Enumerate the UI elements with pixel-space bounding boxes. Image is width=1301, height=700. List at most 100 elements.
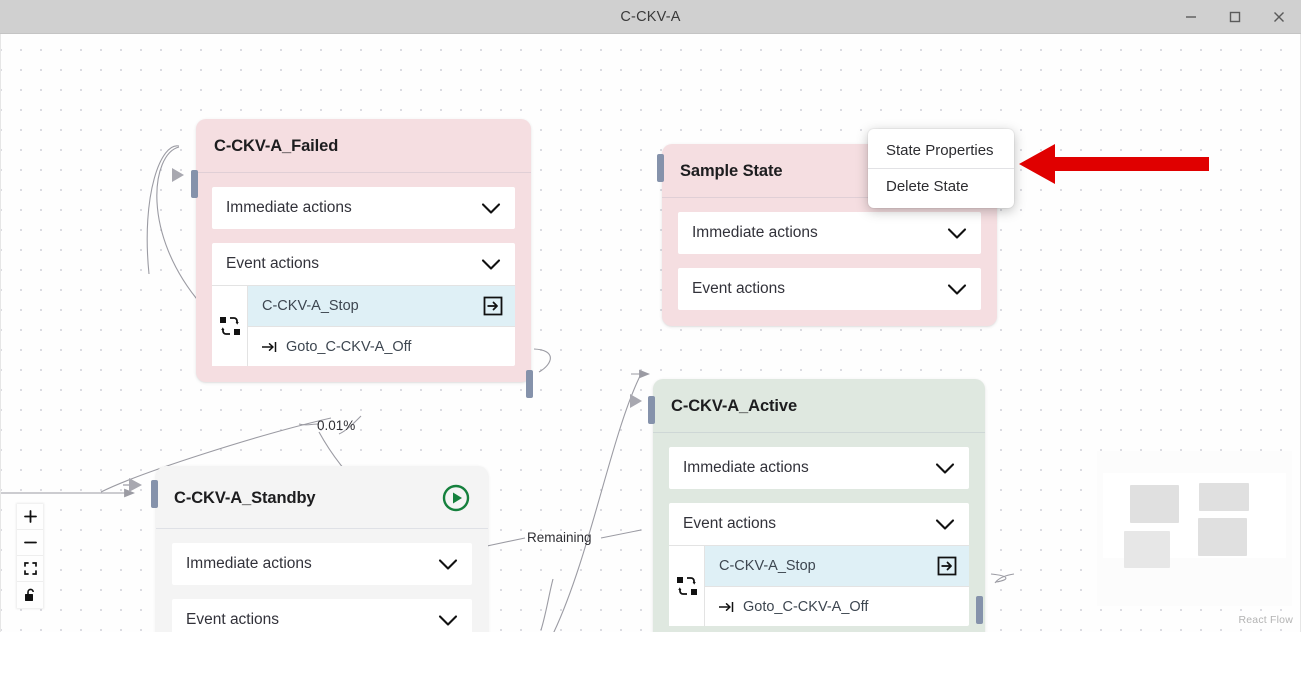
section-header-immediate[interactable]: Immediate actions	[678, 212, 981, 254]
maximize-icon	[1229, 11, 1241, 23]
edge-active-out	[990, 573, 1007, 583]
handle-target-standby[interactable]	[151, 480, 158, 508]
action-row[interactable]: Goto_C-CKV-A_Off	[248, 326, 515, 366]
goto-arrow-icon	[262, 341, 277, 352]
state-node-active[interactable]: C-CKV-A_Active Immediate actions Event a…	[653, 379, 985, 632]
chevron-down-icon	[438, 558, 458, 570]
handle-source-failed[interactable]	[526, 370, 533, 398]
login-arrow-icon[interactable]	[937, 556, 957, 576]
chevron-down-icon	[935, 462, 955, 474]
action-rows: C-CKV-A_Stop Goto_C-CKV-A_Off	[705, 546, 969, 626]
chevron-down-icon	[947, 227, 967, 239]
login-arrow-icon[interactable]	[483, 296, 503, 316]
edge-label-remaining: Remaining	[527, 530, 592, 545]
section-header-event[interactable]: Event actions	[212, 243, 515, 285]
action-label: C-CKV-A_Stop	[262, 298, 359, 314]
section-label: Event actions	[683, 515, 777, 532]
node-title: C-CKV-A_Active	[671, 397, 798, 415]
section-header-event[interactable]: Event actions	[678, 268, 981, 310]
flow-minimap[interactable]	[1097, 451, 1292, 606]
unlock-icon	[24, 588, 34, 601]
section-event-actions: Event actions	[669, 503, 969, 626]
section-label: Event actions	[186, 611, 280, 628]
edge-standby-right	[486, 537, 526, 547]
node-body: Immediate actions Event actions	[662, 198, 997, 310]
section-label: Immediate actions	[683, 459, 809, 476]
flow-canvas[interactable]: 0.01% Remaining C-CKV-A_Failed Immediate…	[0, 34, 1301, 632]
state-node-standby[interactable]: C-CKV-A_Standby Immediate actions Event …	[156, 466, 488, 632]
transition-swap-icon	[676, 577, 697, 595]
start-state-play-icon	[442, 484, 470, 512]
node-title: C-CKV-A_Failed	[214, 137, 339, 155]
context-menu-item-state-properties[interactable]: State Properties	[868, 133, 1014, 168]
section-header-immediate[interactable]: Immediate actions	[172, 543, 472, 585]
section-label: Event actions	[692, 280, 786, 297]
section-immediate-actions: Immediate actions	[669, 447, 969, 489]
window-title: C-CKV-A	[620, 8, 681, 25]
action-label: Goto_C-CKV-A_Off	[743, 598, 869, 615]
node-body: Immediate actions Event actions	[156, 529, 488, 632]
handle-source-active[interactable]	[976, 596, 983, 624]
chevron-down-icon	[481, 202, 501, 214]
chevron-down-icon	[947, 283, 967, 295]
edge-arrow-marker	[630, 394, 642, 408]
section-header-immediate[interactable]: Immediate actions	[669, 447, 969, 489]
handle-target-sample[interactable]	[657, 154, 664, 182]
handle-target-active[interactable]	[648, 396, 655, 424]
section-event-actions: Event actions	[212, 243, 515, 366]
close-button[interactable]	[1257, 0, 1301, 34]
lock-toggle-button[interactable]	[17, 582, 43, 608]
edge-remaining-right	[600, 529, 642, 539]
action-table: C-CKV-A_Stop Goto_C-CKV-A_Off	[212, 285, 515, 366]
fit-view-button[interactable]	[17, 556, 43, 582]
minimize-icon	[1186, 16, 1196, 18]
section-immediate-actions: Immediate actions	[172, 543, 472, 585]
minimize-button[interactable]	[1169, 0, 1213, 34]
fit-view-icon	[23, 562, 37, 575]
action-table: C-CKV-A_Stop Goto_C-CKV-A_Off	[669, 545, 969, 626]
minimap-node	[1124, 531, 1170, 568]
maximize-button[interactable]	[1213, 0, 1257, 34]
react-flow-attribution[interactable]: React Flow	[1238, 614, 1293, 626]
action-row[interactable]: C-CKV-A_Stop	[248, 286, 515, 326]
zoom-in-button[interactable]	[17, 504, 43, 530]
transition-swap-icon	[219, 317, 240, 335]
state-node-failed[interactable]: C-CKV-A_Failed Immediate actions Event a…	[196, 119, 531, 382]
minimap-node	[1130, 485, 1179, 523]
action-label: C-CKV-A_Stop	[719, 558, 816, 574]
minimap-node	[1199, 483, 1249, 511]
plus-icon	[23, 510, 37, 523]
handle-target-failed[interactable]	[191, 170, 198, 198]
edge-active-curve	[553, 373, 642, 632]
goto-arrow-icon	[719, 601, 734, 612]
section-header-event[interactable]: Event actions	[172, 599, 472, 632]
zoom-out-button[interactable]	[17, 530, 43, 556]
action-row[interactable]: C-CKV-A_Stop	[705, 546, 969, 586]
transition-icon-cell	[212, 286, 248, 366]
minimap-node	[1198, 518, 1247, 556]
edge-arrow-marker	[123, 478, 142, 492]
context-menu-item-delete-state[interactable]: Delete State	[868, 169, 1014, 204]
section-immediate-actions: Immediate actions	[212, 187, 515, 229]
title-bar: C-CKV-A	[0, 0, 1301, 34]
action-row[interactable]: Goto_C-CKV-A_Off	[705, 586, 969, 626]
edge-arrow-marker	[172, 168, 184, 182]
section-header-event[interactable]: Event actions	[669, 503, 969, 545]
node-header: C-CKV-A_Standby	[156, 466, 488, 529]
state-context-menu[interactable]: State Properties Delete State	[868, 129, 1014, 208]
node-body: Immediate actions Event actions	[196, 173, 531, 366]
node-title: Sample State	[680, 162, 783, 180]
edge-stub-1	[298, 423, 320, 426]
section-label: Immediate actions	[226, 199, 352, 216]
section-label: Immediate actions	[692, 224, 818, 241]
transition-icon-cell	[669, 546, 705, 626]
edge-label-percent: 0.01%	[317, 418, 356, 433]
action-rows: C-CKV-A_Stop Goto_C-CKV-A_Off	[248, 286, 515, 366]
minus-icon	[23, 541, 37, 544]
app-window: C-CKV-A 0.01% Remaining C-CKV-A_Failed I…	[0, 0, 1301, 700]
minimap-viewport	[1103, 473, 1286, 568]
section-header-immediate[interactable]: Immediate actions	[212, 187, 515, 229]
flow-controls	[17, 504, 43, 608]
node-title: C-CKV-A_Standby	[174, 488, 316, 507]
node-body: Immediate actions Event actions	[653, 433, 985, 626]
